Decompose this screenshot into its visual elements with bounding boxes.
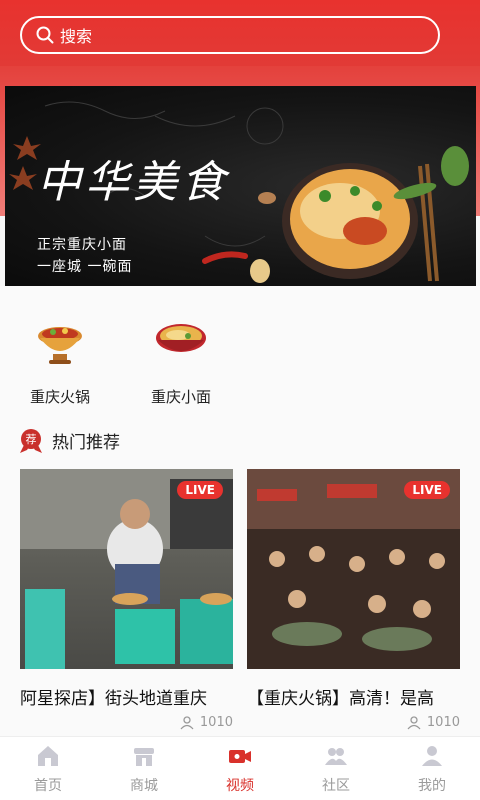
banner-title: 中华美食 [37, 157, 229, 208]
user-icon [422, 745, 442, 766]
noodle-bowl-icon [156, 324, 206, 352]
search-input[interactable]: 搜索 [20, 16, 440, 54]
video-title: 【重庆火锅】高清！是高 [247, 689, 434, 709]
thumbnail-scene [247, 469, 460, 669]
main-content: 重庆火锅 重庆小面 荐 热门推荐 LIVE 阿星探店】街头地道重庆 1010 L… [0, 286, 480, 736]
user-icon [407, 715, 421, 729]
view-count-value: 1010 [426, 715, 460, 730]
header: 搜索 [0, 0, 480, 66]
recommend-badge-text: 荐 [26, 433, 37, 446]
hot-recommend-header: 荐 热门推荐 [20, 428, 120, 453]
tab-label: 社区 [322, 777, 350, 794]
video-thumbnail: LIVE [20, 469, 233, 669]
video-thumbnail: LIVE [247, 469, 460, 669]
tab-profile[interactable]: 我的 [384, 737, 480, 800]
view-count: 1010 [247, 715, 460, 730]
recommend-badge-icon: 荐 [20, 428, 42, 453]
search-placeholder: 搜索 [60, 27, 93, 46]
tab-community[interactable]: 社区 [288, 737, 384, 800]
tab-store[interactable]: 商城 [96, 737, 192, 800]
video-card[interactable]: LIVE 【重庆火锅】高清！是高 1010 [247, 469, 460, 730]
tab-label: 商城 [130, 777, 158, 794]
live-badge: LIVE [404, 481, 450, 499]
tab-label: 视频 [226, 777, 254, 794]
category-label: 重庆小面 [150, 388, 211, 406]
bottom-tab-bar: 首页 商城 视频 社区 我的 [0, 736, 480, 800]
search-icon [36, 26, 54, 44]
tab-label: 我的 [418, 777, 446, 794]
tab-label: 首页 [34, 777, 62, 794]
video-icon [229, 749, 251, 763]
video-title: 阿星探店】街头地道重庆 [20, 689, 207, 709]
category-noodles[interactable]: 重庆小面 [126, 314, 236, 407]
category-label: 重庆火锅 [29, 388, 90, 406]
video-card[interactable]: LIVE 阿星探店】街头地道重庆 1010 [20, 469, 233, 730]
view-count-value: 1010 [199, 715, 233, 730]
hotpot-icon [38, 327, 82, 364]
banner-subtitle-2: 一座城 一碗面 [37, 259, 133, 275]
user-icon [180, 715, 194, 729]
view-count: 1010 [20, 715, 233, 730]
tab-home[interactable]: 首页 [0, 737, 96, 800]
thumbnail-scene [20, 469, 233, 669]
section-title: 热门推荐 [52, 433, 120, 453]
live-badge: LIVE [177, 481, 223, 499]
promo-banner[interactable]: 中华美食 正宗重庆小面 一座城 一碗面 [5, 86, 476, 286]
banner-subtitle-1: 正宗重庆小面 [37, 237, 127, 253]
tab-video[interactable]: 视频 [192, 737, 288, 800]
community-icon [325, 747, 347, 765]
home-icon [38, 745, 58, 766]
category-hotpot[interactable]: 重庆火锅 [5, 314, 115, 407]
store-icon [134, 747, 154, 766]
